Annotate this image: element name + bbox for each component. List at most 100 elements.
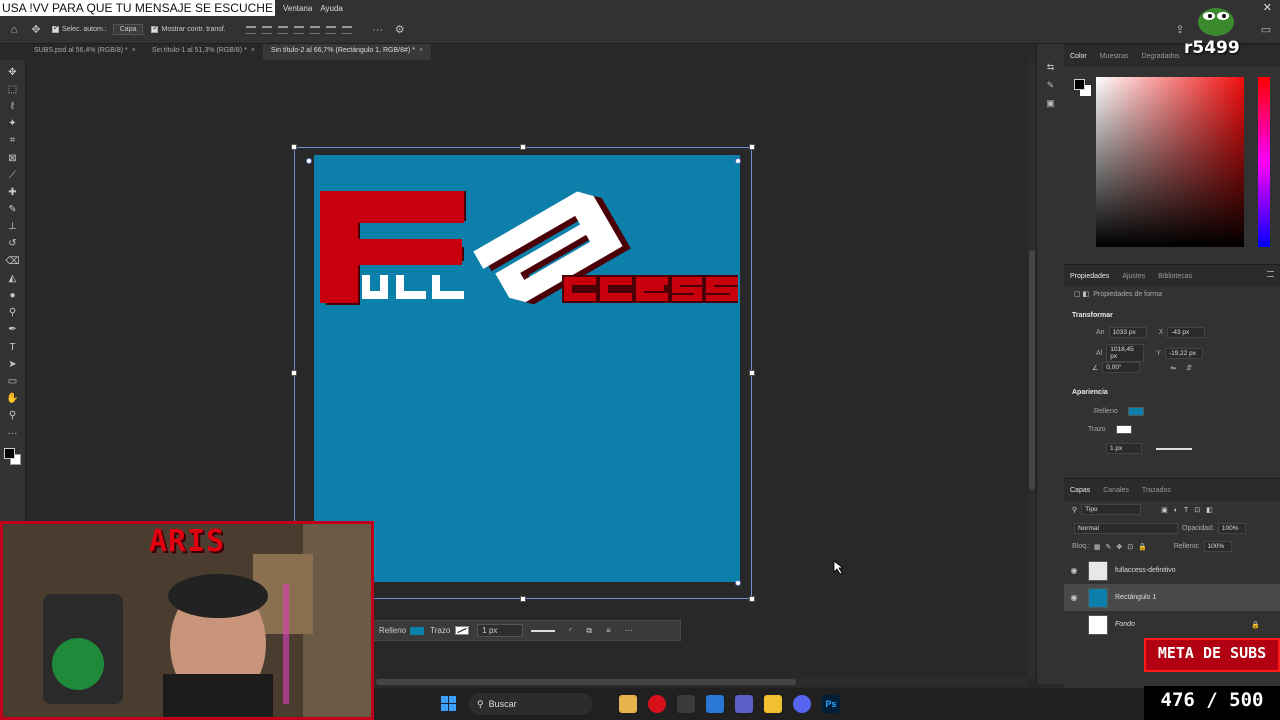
flip-horizontal-icon[interactable]: ⇋ xyxy=(1170,364,1176,372)
teams-icon[interactable] xyxy=(735,695,753,713)
blur-tool-icon[interactable]: ● xyxy=(6,289,20,303)
calculator-icon[interactable] xyxy=(677,695,695,713)
layer-row[interactable]: ◉ Rectángulo 1 xyxy=(1064,584,1280,611)
tab-subs[interactable]: SUBS.psd al 56,4% (RGB/8) * × xyxy=(26,44,144,60)
transform-handle[interactable] xyxy=(749,370,755,376)
corner-icon[interactable]: ◜ xyxy=(569,626,572,635)
show-transform-checkbox[interactable]: Mostrar contr. transf. xyxy=(151,24,226,33)
corner-radius-handle[interactable] xyxy=(735,580,741,586)
corner-radius-handle[interactable] xyxy=(735,158,741,164)
opera-icon[interactable] xyxy=(648,695,666,713)
eye-icon[interactable]: ◉ xyxy=(1064,593,1084,602)
align-bottom-icon[interactable] xyxy=(341,25,352,34)
share-icon[interactable]: ⇪ xyxy=(1172,22,1188,38)
lock-icons[interactable]: ▦✎✥⊡🔒 xyxy=(1094,543,1152,551)
move-tool-icon[interactable]: ✥ xyxy=(28,22,44,38)
align-center-icon[interactable] xyxy=(261,25,272,34)
align-left-icon[interactable] xyxy=(245,25,256,34)
ctx-fill-swatch[interactable] xyxy=(410,626,425,635)
color-chips[interactable] xyxy=(1074,79,1092,97)
close-icon[interactable]: × xyxy=(419,47,423,54)
ctx-stroke-style[interactable] xyxy=(531,629,556,632)
more-options-icon[interactable]: ··· xyxy=(370,22,386,38)
align-right-icon[interactable] xyxy=(277,25,288,34)
healing-brush-icon[interactable]: ✚ xyxy=(6,186,20,200)
fill-swatch[interactable] xyxy=(1127,407,1144,416)
transform-handle[interactable] xyxy=(291,144,297,150)
layer-row[interactable]: ◉ fullaccess-definitivo xyxy=(1064,557,1280,584)
layer-filter-dropdown[interactable]: Tipo xyxy=(1081,504,1142,515)
hand-tool-icon[interactable]: ✋ xyxy=(6,392,20,406)
close-icon[interactable]: ✕ xyxy=(1263,1,1272,14)
paint-bucket-icon[interactable]: ◭ xyxy=(6,272,20,286)
magic-wand-icon[interactable]: ✦ xyxy=(6,117,20,131)
distribute-icon[interactable] xyxy=(293,25,304,34)
tab-ajustes[interactable]: Ajustes xyxy=(1122,273,1145,280)
discord-icon[interactable] xyxy=(793,695,811,713)
hue-slider[interactable] xyxy=(1258,77,1270,247)
path-select-icon[interactable]: ➤ xyxy=(6,358,20,372)
menu-ventana[interactable]: Ventana xyxy=(283,4,312,13)
zoom-tool-icon[interactable]: ⚲ xyxy=(6,409,20,423)
folder-icon[interactable] xyxy=(764,695,782,713)
color-picker-field[interactable] xyxy=(1096,77,1244,247)
scroll-thumb[interactable] xyxy=(376,679,796,685)
stroke-style-dropdown[interactable] xyxy=(1156,447,1192,450)
history-icon[interactable]: ⇆ xyxy=(1045,62,1057,72)
align-middle-icon[interactable] xyxy=(325,25,336,34)
foreground-color[interactable] xyxy=(3,448,15,460)
more-tools-icon[interactable]: ··· xyxy=(6,427,20,441)
taskbar-search[interactable]: ⚲ Buscar xyxy=(469,693,593,715)
y-field[interactable]: -19,22 px xyxy=(1164,347,1203,359)
close-icon[interactable]: × xyxy=(251,47,255,54)
close-icon[interactable]: × xyxy=(132,47,136,54)
copy-icon[interactable]: ⧉ xyxy=(586,626,592,636)
tab-canales[interactable]: Canales xyxy=(1103,487,1129,494)
move-tool-icon[interactable]: ✥ xyxy=(6,66,20,80)
tab-degradados[interactable]: Degradados xyxy=(1142,53,1180,60)
panel-menu-icon[interactable] xyxy=(1267,271,1274,277)
gear-icon[interactable]: ⚙ xyxy=(392,22,408,38)
eraser-tool-icon[interactable]: ⌫ xyxy=(6,255,20,269)
appearance-heading[interactable]: Apariencia xyxy=(1072,389,1108,396)
auto-select-dropdown[interactable]: Capa xyxy=(112,24,144,35)
pen-tool-icon[interactable]: ✒ xyxy=(6,323,20,337)
crop-tool-icon[interactable]: ⌗ xyxy=(6,134,20,148)
tab-propiedades[interactable]: Propiedades xyxy=(1070,273,1109,280)
transform-handle[interactable] xyxy=(520,144,526,150)
height-field[interactable]: 1018,45 px xyxy=(1106,344,1145,362)
layer-fill-field[interactable]: 100% xyxy=(1203,541,1232,552)
file-explorer-icon[interactable] xyxy=(619,695,637,713)
tab-sin-titulo-2[interactable]: Sin título-2 al 66,7% (Rectángulo 1, RGB… xyxy=(262,44,431,60)
tab-sin-titulo-1[interactable]: Sin título-1 al 51,3% (RGB/8) * × xyxy=(144,44,263,60)
transform-handle[interactable] xyxy=(520,596,526,602)
tab-bibliotecas[interactable]: Bibliotecas xyxy=(1158,273,1192,280)
x-field[interactable]: -43 px xyxy=(1167,327,1206,338)
transform-handle[interactable] xyxy=(291,370,297,376)
more-icon[interactable]: ··· xyxy=(625,626,633,635)
width-field[interactable]: 1033 px xyxy=(1108,327,1147,338)
layer-row[interactable]: Fondo 🔒 xyxy=(1064,611,1280,638)
tab-trazados[interactable]: Trazados xyxy=(1142,487,1171,494)
transform-heading[interactable]: Transformar xyxy=(1072,312,1113,319)
transform-handle[interactable] xyxy=(749,596,755,602)
blend-mode-dropdown[interactable]: Normal xyxy=(1074,523,1178,534)
marquee-tool-icon[interactable]: ⬚ xyxy=(6,83,20,97)
brush-settings-icon[interactable]: ✎ xyxy=(1045,80,1057,90)
eye-icon[interactable]: ◉ xyxy=(1064,566,1084,575)
brush-tool-icon[interactable]: ✎ xyxy=(6,203,20,217)
foreground-background-colors[interactable] xyxy=(3,448,22,466)
tab-muestras[interactable]: Muestras xyxy=(1100,53,1129,60)
ctx-stroke-width[interactable]: 1 px xyxy=(477,624,524,637)
corner-radius-handle[interactable] xyxy=(306,158,312,164)
comments-icon[interactable]: ▣ xyxy=(1045,98,1057,108)
menu-ayuda[interactable]: Ayuda xyxy=(320,4,343,13)
frame-tool-icon[interactable]: ⊠ xyxy=(6,152,20,166)
filter-icons[interactable]: ▣◐T⊡◧ xyxy=(1161,506,1219,514)
lasso-tool-icon[interactable]: ℓ xyxy=(6,100,20,114)
scroll-thumb[interactable] xyxy=(1029,250,1035,490)
stroke-width-field[interactable]: 1 px xyxy=(1106,443,1142,454)
tab-capas[interactable]: Capas xyxy=(1070,487,1090,494)
auto-select-checkbox[interactable]: Selec. autom.: xyxy=(52,24,107,33)
align-top-icon[interactable] xyxy=(309,25,320,34)
